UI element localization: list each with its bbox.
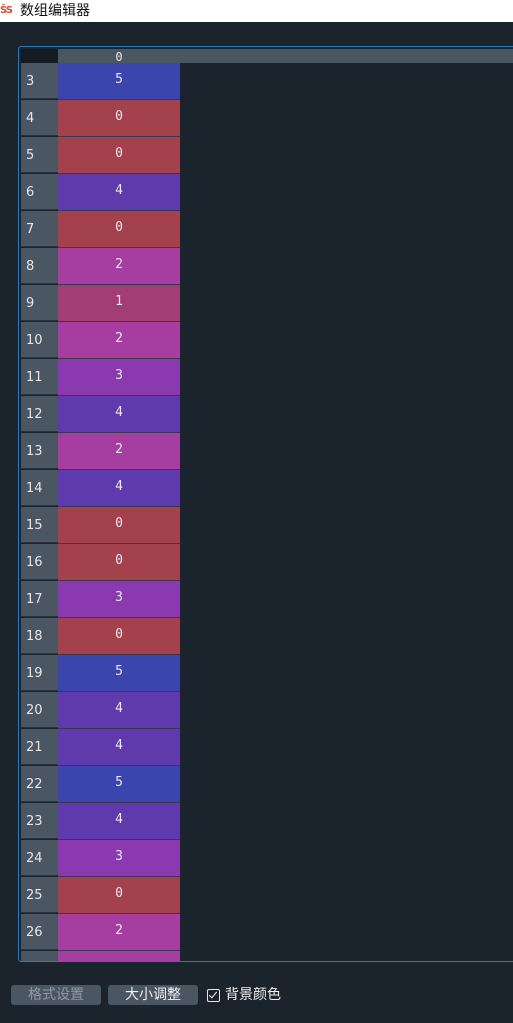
grid-cell[interactable]: 4 (58, 174, 180, 211)
grid-cell[interactable]: 2 (58, 433, 180, 470)
row-header[interactable]: 15 (21, 507, 58, 543)
background-color-toggle[interactable]: 背景颜色 (207, 985, 281, 1005)
grid-cell[interactable]: 3 (58, 581, 180, 618)
row-header[interactable]: 3 (21, 63, 58, 99)
row-header[interactable]: 4 (21, 100, 58, 136)
row-header[interactable]: 18 (21, 618, 58, 654)
row-header[interactable]: 13 (21, 433, 58, 469)
format-settings-button[interactable]: 格式设置 (11, 985, 101, 1005)
row-header[interactable]: 11 (21, 359, 58, 395)
grid-cell[interactable]: 5 (58, 766, 180, 803)
grid-cell[interactable]: 3 (58, 840, 180, 877)
row-header[interactable]: 10 (21, 322, 58, 358)
grid-cell[interactable]: 4 (58, 692, 180, 729)
grid-cell[interactable] (58, 951, 180, 961)
grid-cell[interactable]: 4 (58, 470, 180, 507)
grid-cell[interactable]: 0 (58, 618, 180, 655)
row-header[interactable]: 19 (21, 655, 58, 691)
column-header-bar: 0 (58, 49, 513, 64)
column-header-0[interactable]: 0 (58, 49, 180, 64)
row-header[interactable]: 6 (21, 174, 58, 210)
background-color-checkbox[interactable] (207, 988, 220, 1002)
row-header[interactable] (21, 951, 58, 961)
row-header[interactable]: 7 (21, 211, 58, 247)
background-color-label: 背景颜色 (225, 987, 281, 1003)
row-header[interactable]: 12 (21, 396, 58, 432)
grid-cell[interactable]: 2 (58, 248, 180, 285)
resize-button[interactable]: 大小调整 (108, 985, 198, 1005)
grid-cell[interactable]: 4 (58, 803, 180, 840)
grid-cell[interactable]: 2 (58, 322, 180, 359)
row-header[interactable]: 20 (21, 692, 58, 728)
grid-cell[interactable]: 5 (58, 63, 180, 100)
grid-cell[interactable]: 3 (58, 359, 180, 396)
grid-cell[interactable]: 2 (58, 914, 180, 951)
array-grid[interactable]: 0 3 5 4 0 5 0 6 4 7 0 8 2 9 1 10 2 11 3 12 4 13 2 14 4 15 0 16 0 17 3… (18, 46, 513, 962)
row-header[interactable]: 16 (21, 544, 58, 580)
grid-corner (21, 49, 58, 63)
row-header[interactable]: 21 (21, 729, 58, 765)
title-bar: ŠS 数组编辑器 (0, 0, 513, 22)
checkmark-icon (208, 989, 218, 998)
row-header[interactable]: 22 (21, 766, 58, 802)
bottom-toolbar: 格式设置 大小调整 背景颜色 (0, 984, 513, 1008)
row-header[interactable]: 5 (21, 137, 58, 173)
row-header[interactable]: 9 (21, 285, 58, 321)
row-header[interactable]: 23 (21, 803, 58, 839)
grid-cell[interactable]: 0 (58, 137, 180, 174)
grid-cell[interactable]: 0 (58, 877, 180, 914)
grid-cell[interactable]: 4 (58, 396, 180, 433)
grid-cell[interactable]: 1 (58, 285, 180, 322)
row-header[interactable]: 8 (21, 248, 58, 284)
grid-cell[interactable]: 0 (58, 100, 180, 137)
window-title: 数组编辑器 (20, 3, 90, 19)
grid-cell[interactable]: 4 (58, 729, 180, 766)
app-logo-icon: ŠS (0, 5, 13, 16)
row-header[interactable]: 25 (21, 877, 58, 913)
grid-cell[interactable]: 0 (58, 544, 180, 581)
row-header[interactable]: 14 (21, 470, 58, 506)
grid-cell[interactable]: 5 (58, 655, 180, 692)
grid-cell[interactable]: 0 (58, 211, 180, 248)
row-header[interactable]: 24 (21, 840, 58, 876)
grid-cell[interactable]: 0 (58, 507, 180, 544)
row-header[interactable]: 26 (21, 914, 58, 950)
row-header[interactable]: 17 (21, 581, 58, 617)
